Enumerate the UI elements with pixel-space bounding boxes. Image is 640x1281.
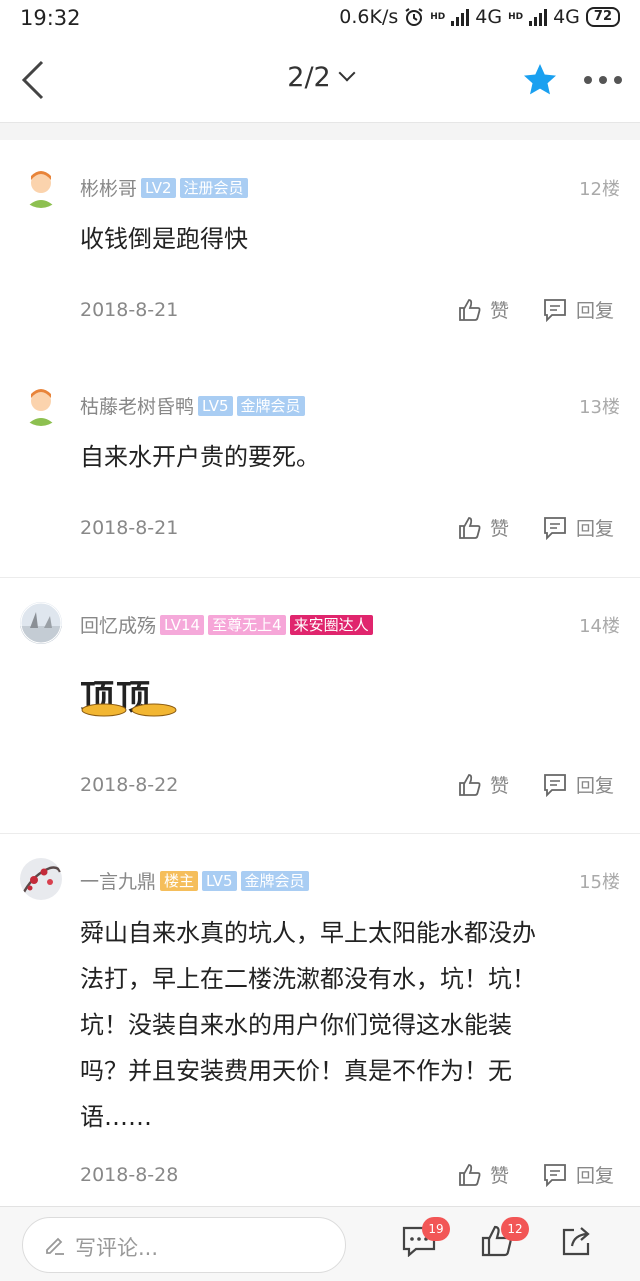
- like-label: 赞: [490, 300, 510, 322]
- comment-placeholder: 写评论...: [75, 1236, 159, 1260]
- level-badge: LV5: [202, 871, 237, 891]
- like-button[interactable]: 赞: [458, 771, 509, 798]
- post-date: 2018-8-28: [80, 1164, 179, 1186]
- reply-icon: [544, 1163, 566, 1187]
- comment-text: 收钱倒是跑得快: [80, 225, 248, 253]
- more-options-icon[interactable]: [584, 76, 622, 84]
- status-bar: 19:32 0.6K/s HD 4G HD 4G 72: [0, 0, 640, 40]
- username-text: 回忆成殇: [80, 615, 157, 637]
- username-text: 一言九鼎: [80, 871, 157, 893]
- comments-button[interactable]: 19: [402, 1217, 450, 1261]
- username[interactable]: 一言九鼎 楼主 LV5 金牌会员: [80, 867, 309, 894]
- level-badge: LV2: [141, 178, 176, 198]
- member-badge: 金牌会员: [236, 396, 305, 416]
- comment-input[interactable]: 写评论...: [22, 1217, 346, 1273]
- comment-line: 语……: [80, 1103, 152, 1131]
- signal-icon: [451, 8, 470, 26]
- favorite-star-icon[interactable]: [522, 62, 558, 98]
- username[interactable]: 彬彬哥 LV2 注册会员: [80, 174, 248, 201]
- comment-count-badge: 19: [422, 1217, 450, 1241]
- comment-line: 舜山自来水真的坑人，早上太阳能水都没办: [80, 919, 536, 947]
- avatar[interactable]: [20, 166, 62, 208]
- post-date: 2018-8-21: [80, 299, 179, 321]
- expert-badge: 来安圈达人: [289, 615, 373, 635]
- floor-number: 12楼: [579, 179, 620, 200]
- battery-indicator: 72: [585, 7, 620, 27]
- reply-label: 回复: [576, 1165, 615, 1187]
- pencil-icon: [46, 1237, 64, 1255]
- network-type-1: 4G: [475, 6, 503, 28]
- reply-button[interactable]: 回复: [542, 296, 614, 323]
- comment-text: 舜山自来水真的坑人，早上太阳能水都没办 法打，早上在二楼洗漱都没有水，坑！坑！ …: [80, 910, 610, 1140]
- section-gap: [0, 123, 640, 140]
- reply-button[interactable]: 回复: [542, 514, 614, 541]
- avatar[interactable]: [20, 602, 62, 644]
- signal-icon: [529, 8, 548, 26]
- comment-item: 彬彬哥 LV2 注册会员 12楼 收钱倒是跑得快 2018-8-21 赞 回复: [0, 141, 640, 359]
- sticker-emoji: 顶顶: [80, 670, 180, 718]
- username[interactable]: 回忆成殇 LV14 至尊无上4 来安圈达人: [80, 611, 373, 638]
- reply-button[interactable]: 回复: [542, 1161, 614, 1188]
- bottom-action-bar: 写评论... 19 12: [0, 1206, 640, 1281]
- share-icon: [562, 1227, 590, 1256]
- comment-item: 回忆成殇 LV14 至尊无上4 来安圈达人 14楼 顶顶 2018-8-22 赞 回复: [0, 578, 640, 833]
- reply-icon: [544, 516, 566, 540]
- post-date: 2018-8-22: [80, 774, 179, 796]
- thumbs-up-icon: [459, 298, 481, 321]
- username-text: 枯藤老树昏鸭: [80, 396, 195, 418]
- comment-line: 法打，早上在二楼洗漱都没有水，坑！坑！: [80, 965, 536, 993]
- thumbs-up-icon: [459, 1163, 481, 1186]
- reply-label: 回复: [576, 300, 615, 322]
- thumbs-up-icon: [459, 516, 481, 539]
- avatar[interactable]: [20, 384, 62, 426]
- member-badge: 注册会员: [179, 178, 248, 198]
- like-label: 赞: [490, 1165, 510, 1187]
- rank-badge: 至尊无上4: [208, 615, 286, 635]
- like-label: 赞: [490, 518, 510, 540]
- floor-number: 15楼: [579, 872, 620, 893]
- username[interactable]: 枯藤老树昏鸭 LV5 金牌会员: [80, 392, 305, 419]
- status-indicators: 0.6K/s HD 4G HD 4G 72: [339, 6, 620, 28]
- level-badge: LV5: [198, 396, 233, 416]
- reply-icon: [544, 773, 566, 797]
- reply-label: 回复: [576, 775, 615, 797]
- status-time: 19:32: [20, 6, 81, 30]
- level-badge: LV14: [160, 615, 205, 635]
- chevron-down-icon: [338, 64, 356, 82]
- like-count-badge: 12: [501, 1217, 529, 1241]
- floor-number: 13楼: [579, 397, 620, 418]
- like-button[interactable]: 赞: [458, 296, 509, 323]
- page-indicator-label: 2/2: [287, 62, 331, 93]
- reply-icon: [544, 298, 566, 322]
- comment-line: 坑！没装自来水的用户你们觉得这水能装: [80, 1011, 512, 1039]
- comment-text: 自来水开户贵的要死。: [80, 443, 320, 471]
- floor-number: 14楼: [579, 616, 620, 637]
- reply-label: 回复: [576, 518, 615, 540]
- avatar[interactable]: [20, 858, 62, 900]
- like-button[interactable]: 赞: [458, 514, 509, 541]
- comment-item: 枯藤老树昏鸭 LV5 金牌会员 13楼 自来水开户贵的要死。 2018-8-21 赞…: [0, 359, 640, 577]
- share-button[interactable]: [560, 1225, 592, 1261]
- comment-line: 吗？并且安装费用天价！真是不作为！无: [80, 1057, 512, 1085]
- op-badge: 楼主: [160, 871, 199, 891]
- like-label: 赞: [490, 775, 510, 797]
- post-date: 2018-8-21: [80, 517, 179, 539]
- like-post-button[interactable]: 12: [481, 1217, 529, 1261]
- reply-button[interactable]: 回复: [542, 771, 614, 798]
- thumbs-up-icon: [459, 773, 481, 796]
- hd-icon: HD: [508, 12, 524, 22]
- top-navbar: 2/2: [0, 40, 640, 123]
- member-badge: 金牌会员: [240, 871, 309, 891]
- hd-icon: HD: [430, 12, 446, 22]
- comment-item: 一言九鼎 楼主 LV5 金牌会员 15楼 舜山自来水真的坑人，早上太阳能水都没办 法打…: [0, 834, 640, 1206]
- net-speed: 0.6K/s: [339, 6, 399, 28]
- network-type-2: 4G: [553, 6, 580, 28]
- username-text: 彬彬哥: [80, 178, 138, 200]
- alarm-icon: [405, 8, 423, 26]
- like-button[interactable]: 赞: [458, 1161, 509, 1188]
